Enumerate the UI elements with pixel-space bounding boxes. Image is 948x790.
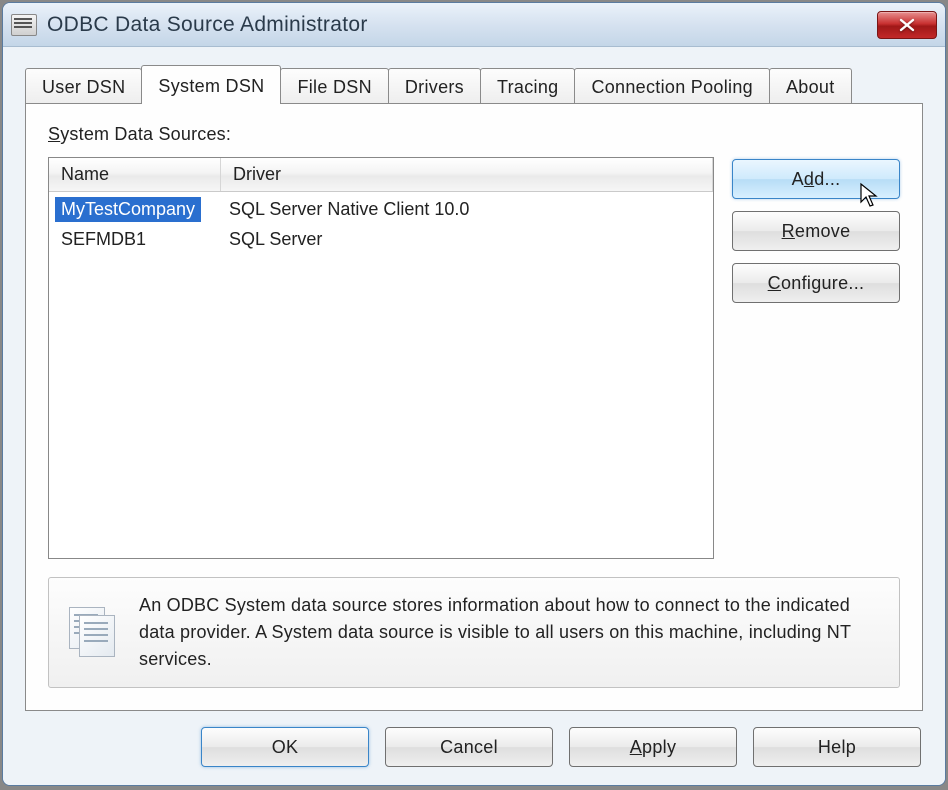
column-name[interactable]: Name [49, 158, 221, 191]
list-label-accel: S [48, 124, 60, 144]
list-item[interactable]: MyTestCompany SQL Server Native Client 1… [49, 194, 713, 224]
list-row: Name Driver MyTestCompany SQL Server Nat… [48, 157, 900, 559]
dialog-buttons: OK Cancel Apply Help [25, 711, 923, 769]
configure-button-label: Configure... [768, 273, 865, 294]
add-button-label: Add... [792, 169, 841, 190]
side-buttons: Add... Remove Configure... [732, 157, 900, 559]
apply-button[interactable]: Apply [569, 727, 737, 767]
add-button[interactable]: Add... [732, 159, 900, 199]
dialog-content: User DSN System DSN File DSN Drivers Tra… [3, 47, 945, 785]
info-box: An ODBC System data source stores inform… [48, 577, 900, 688]
data-sources-list[interactable]: Name Driver MyTestCompany SQL Server Nat… [48, 157, 714, 559]
list-header: Name Driver [49, 158, 713, 192]
tab-file-dsn[interactable]: File DSN [280, 68, 388, 103]
tab-user-dsn[interactable]: User DSN [25, 68, 142, 103]
column-driver[interactable]: Driver [221, 158, 713, 191]
list-cell-name: SEFMDB1 [49, 227, 221, 252]
info-icon [69, 607, 117, 659]
system-dsn-panel: System Data Sources: Name Driver MyTestC… [25, 103, 923, 711]
window-title: ODBC Data Source Administrator [47, 13, 877, 37]
info-text: An ODBC System data source stores inform… [139, 592, 879, 673]
list-body: MyTestCompany SQL Server Native Client 1… [49, 192, 713, 256]
list-item[interactable]: SEFMDB1 SQL Server [49, 224, 713, 254]
remove-button-label: Remove [782, 221, 851, 242]
app-icon [11, 14, 37, 36]
list-label-text: ystem Data Sources: [60, 124, 231, 144]
close-icon [898, 18, 916, 32]
list-cell-driver: SQL Server [221, 229, 713, 250]
tab-tracing[interactable]: Tracing [480, 68, 575, 103]
list-cell-driver: SQL Server Native Client 10.0 [221, 199, 713, 220]
list-label: System Data Sources: [48, 124, 900, 145]
apply-button-label: Apply [630, 737, 677, 758]
tab-drivers[interactable]: Drivers [388, 68, 481, 103]
titlebar: ODBC Data Source Administrator [3, 3, 945, 47]
tab-about[interactable]: About [769, 68, 852, 103]
ok-button[interactable]: OK [201, 727, 369, 767]
tab-system-dsn[interactable]: System DSN [141, 65, 281, 104]
tab-connection-pooling[interactable]: Connection Pooling [574, 68, 770, 103]
list-cell-name: MyTestCompany [49, 197, 221, 222]
help-button[interactable]: Help [753, 727, 921, 767]
cursor-icon [859, 182, 881, 208]
remove-button[interactable]: Remove [732, 211, 900, 251]
close-button[interactable] [877, 11, 937, 39]
tab-strip: User DSN System DSN File DSN Drivers Tra… [25, 65, 923, 103]
configure-button[interactable]: Configure... [732, 263, 900, 303]
odbc-admin-window: ODBC Data Source Administrator User DSN … [2, 2, 946, 786]
cancel-button[interactable]: Cancel [385, 727, 553, 767]
